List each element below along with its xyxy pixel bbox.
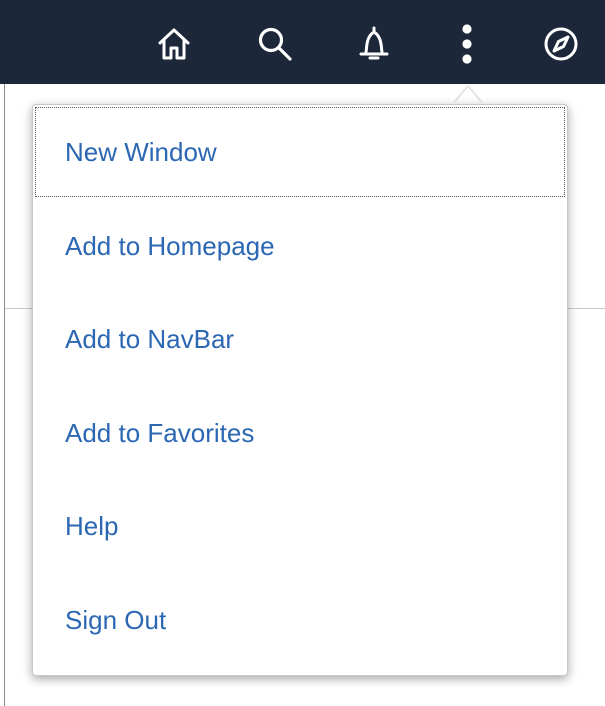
app-window: New Window Add to Homepage Add to NavBar… (0, 0, 605, 706)
menu-item-new-window[interactable]: New Window (35, 107, 565, 197)
menu-item-sign-out[interactable]: Sign Out (35, 575, 565, 665)
window-left-edge (4, 0, 5, 706)
actions-menu-icon[interactable] (447, 22, 487, 66)
menu-item-add-to-navbar[interactable]: Add to NavBar (35, 294, 565, 384)
menu-item-add-to-homepage[interactable]: Add to Homepage (35, 201, 565, 291)
menu-pointer-caret (454, 87, 482, 104)
menu-item-add-to-favorites[interactable]: Add to Favorites (35, 388, 565, 478)
notifications-bell-icon[interactable] (354, 22, 394, 66)
home-icon[interactable] (154, 22, 194, 66)
navbar-compass-icon[interactable] (541, 22, 581, 66)
menu-item-help[interactable]: Help (35, 481, 565, 571)
top-navigation-bar (0, 0, 605, 84)
actions-dropdown-menu: New Window Add to Homepage Add to NavBar… (32, 104, 568, 676)
search-icon[interactable] (255, 22, 295, 66)
